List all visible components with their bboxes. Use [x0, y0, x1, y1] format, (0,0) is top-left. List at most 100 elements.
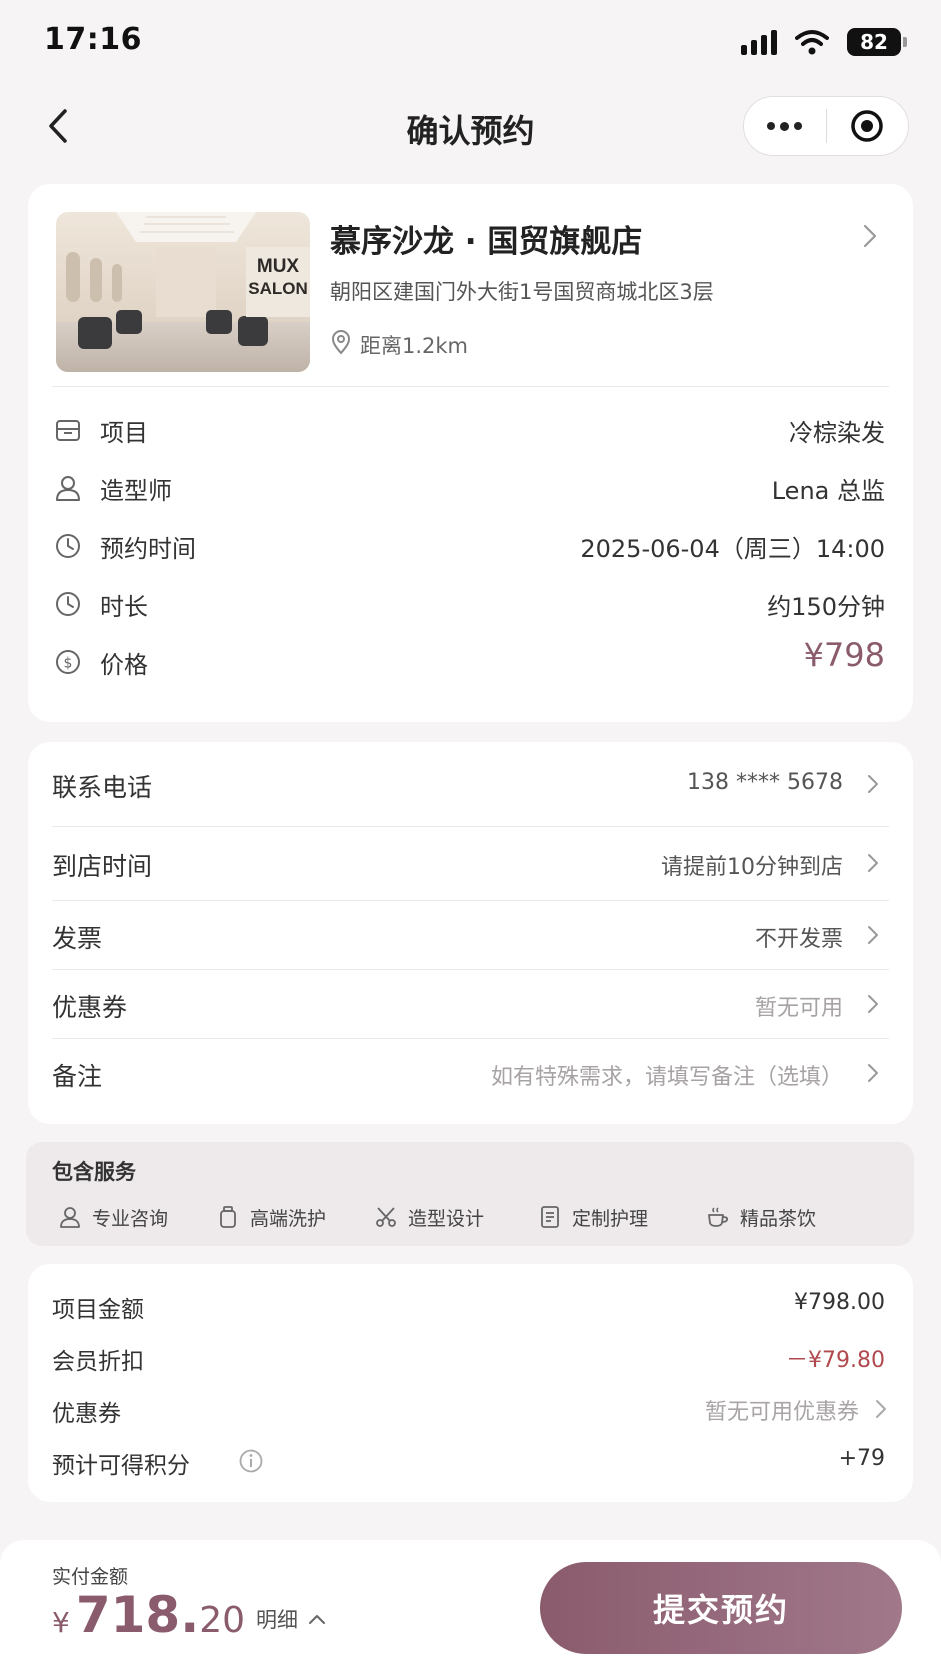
list-row-remark[interactable]: 备注 如有特殊需求，请填写备注（选填） [28, 1039, 913, 1119]
info-label: 项目 [100, 419, 148, 447]
dot-icon [767, 122, 776, 130]
divider [52, 386, 889, 387]
list-label: 到店时间 [52, 852, 153, 881]
currency-symbol: ¥ [52, 1606, 70, 1639]
list-value: 138 **** 5678 [687, 770, 843, 795]
wifi-icon [795, 30, 829, 55]
box-icon [56, 420, 80, 441]
close-mini-program-button[interactable] [827, 96, 909, 156]
scissors-icon [376, 1207, 396, 1227]
list-row-phone[interactable]: 联系电话 138 **** 5678 [28, 742, 913, 826]
person-icon [56, 476, 80, 501]
service-label: 专业咨询 [92, 1207, 169, 1230]
info-value: Lena 总监 [771, 477, 885, 505]
service-label: 定制护理 [572, 1207, 649, 1230]
list-label: 优惠券 [52, 993, 128, 1022]
list-value: 请提前10分钟到店 [661, 855, 843, 880]
price-value: ¥798 [803, 636, 885, 674]
pay-amount: ¥ 718. 20 [52, 1586, 245, 1644]
salon-card: MUX SALON 慕序沙龙 · 国贸旗舰店 朝阳区建国门外大街1号国贸商城北区… [28, 184, 913, 722]
amount-label: 预计可得积分 [52, 1453, 190, 1479]
mini-program-capsule [743, 96, 909, 156]
info-value: 约150分钟 [767, 593, 885, 621]
service-item: 专业咨询 [58, 1202, 168, 1232]
list-row-arrival[interactable]: 到店时间 请提前10分钟到店 [28, 827, 913, 900]
amount-label: 项目金额 [52, 1297, 144, 1323]
services-title: 包含服务 [52, 1160, 136, 1184]
booking-confirm-page: 17:16 82 确认预约 MUX SALON 慕序沙龙 · 国贸旗舰店 朝阳区… [0, 0, 941, 1672]
list-label: 发票 [52, 924, 103, 953]
service-item: 精品茶饮 [706, 1202, 816, 1232]
pay-label: 实付金额 [52, 1566, 129, 1588]
info-label: 预约时间 [100, 535, 196, 563]
info-label: 造型师 [100, 477, 172, 505]
list-label: 联系电话 [52, 773, 153, 802]
signal-icon [741, 29, 777, 55]
amount-row-member: 会员折扣 －¥79.80 [28, 1338, 913, 1378]
info-value: 2025-06-04（周三）14:00 [580, 535, 885, 563]
pay-amount-int: 718. [75, 1586, 200, 1644]
pay-amount-dec: 20 [199, 1600, 246, 1641]
included-services: 包含服务 专业咨询 高端洗护 造型设计 定制护理 精品茶饮 [26, 1142, 914, 1246]
chevron-right-icon [863, 224, 877, 248]
more-button[interactable] [744, 96, 826, 156]
salon-sign-line1: MUX [257, 256, 300, 277]
submit-booking-button[interactable]: 提交预约 [540, 1562, 902, 1654]
salon-address: 朝阳区建国门外大街1号国贸商城北区3层 [330, 280, 714, 304]
list-label: 备注 [52, 1062, 103, 1091]
service-item: 定制护理 [538, 1202, 648, 1232]
clock-icon [56, 592, 80, 616]
dollar-icon: $ [56, 650, 80, 674]
detail-button[interactable]: 明细 [256, 1604, 326, 1634]
service-item: 高端洗护 [216, 1202, 326, 1232]
list-row-coupon[interactable]: 优惠券 暂无可用 [28, 970, 913, 1038]
chevron-right-icon [868, 854, 878, 872]
person-icon [60, 1207, 80, 1228]
cup-icon [708, 1207, 729, 1227]
service-item: 造型设计 [374, 1202, 484, 1232]
detail-label: 明细 [256, 1608, 298, 1632]
amount-label: 会员折扣 [52, 1349, 144, 1375]
salon-photo: MUX SALON [56, 212, 310, 372]
amount-row-item: 项目金额 ¥798.00 [28, 1286, 913, 1326]
salon-distance: 距离1.2km [360, 334, 469, 358]
info-row-project: 项目 冷棕染发 [28, 398, 913, 460]
amount-summary-card: 项目金额 ¥798.00 会员折扣 －¥79.80 优惠券 暂无可用优惠券 预计… [28, 1264, 913, 1502]
bottle-icon [220, 1206, 236, 1228]
remark-placeholder: 如有特殊需求，请填写备注（选填） [490, 1065, 843, 1090]
nav-bar: 确认预约 [0, 88, 941, 164]
status-bar: 17:16 82 [0, 0, 941, 88]
info-row-duration: 时长 约150分钟 [28, 572, 913, 634]
amount-value: ¥798.00 [794, 1290, 885, 1315]
salon-name: 慕序沙龙 · 国贸旗舰店 [330, 224, 643, 260]
info-row-time: 预约时间 2025-06-04（周三）14:00 [28, 514, 913, 576]
battery-icon: 82 [847, 28, 907, 56]
amount-row-coupon[interactable]: 优惠券 暂无可用优惠券 [28, 1390, 913, 1430]
booking-form-card: 联系电话 138 **** 5678 到店时间 请提前10分钟到店 发票 不开发… [28, 742, 913, 1124]
chevron-up-icon [309, 1615, 325, 1624]
info-icon[interactable] [238, 1448, 264, 1474]
list-row-invoice[interactable]: 发票 不开发票 [28, 901, 913, 969]
location-pin-icon [331, 330, 351, 355]
chevron-right-icon [868, 926, 878, 944]
chevron-right-icon [876, 1400, 886, 1418]
dot-icon [794, 122, 803, 130]
service-label: 精品茶饮 [740, 1207, 817, 1230]
status-time: 17:16 [44, 22, 142, 57]
points-value: +79 [838, 1446, 885, 1471]
chevron-right-icon [868, 775, 878, 793]
service-label: 高端洗护 [250, 1207, 327, 1230]
chevron-right-icon [868, 995, 878, 1013]
list-value: 暂无可用 [754, 996, 843, 1021]
battery-level: 82 [860, 30, 888, 54]
service-label: 造型设计 [408, 1207, 485, 1230]
salon-header[interactable]: MUX SALON 慕序沙龙 · 国贸旗舰店 朝阳区建国门外大街1号国贸商城北区… [28, 184, 913, 386]
svg-text:$: $ [64, 656, 73, 672]
list-value: 不开发票 [754, 927, 843, 952]
amount-row-points: 预计可得积分 +79 [28, 1442, 913, 1482]
amount-label: 优惠券 [52, 1401, 121, 1427]
clock-icon [56, 534, 80, 558]
info-row-stylist: 造型师 Lena 总监 [28, 456, 913, 518]
status-icons: 82 [741, 22, 907, 62]
document-icon [541, 1206, 559, 1228]
